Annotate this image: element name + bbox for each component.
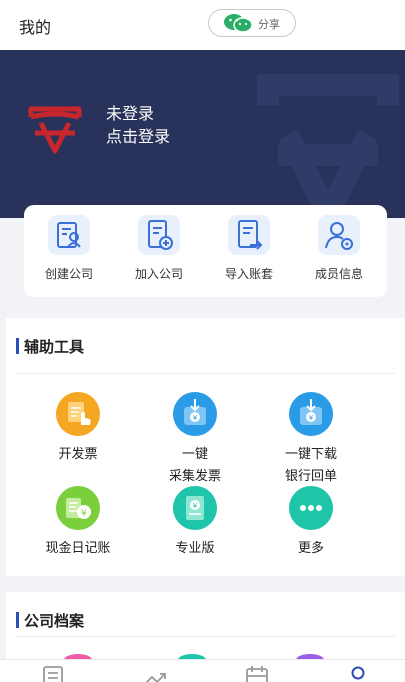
download-receipt-icon: ¥ xyxy=(289,392,333,436)
quick-actions-card: 创建公司 加入公司 导入账套 成员信息 xyxy=(24,205,387,297)
svg-text:¥: ¥ xyxy=(193,502,198,510)
import-ledger-label: 导入账套 xyxy=(224,267,273,281)
more-tools-button[interactable]: 更多 xyxy=(256,486,366,560)
calendar-tab-icon[interactable] xyxy=(245,665,269,682)
cash-journal-icon: ¥ xyxy=(56,486,100,530)
member-info-icon xyxy=(318,215,360,255)
collect-invoice-icon: ¥ xyxy=(173,392,217,436)
login-link[interactable]: 点击登录 xyxy=(106,126,170,148)
collect-invoice-label: 一键 采集发票 xyxy=(168,447,221,484)
invoice-icon xyxy=(56,392,100,436)
download-receipt-label: 一键下载 银行回单 xyxy=(284,447,337,484)
more-label: 更多 xyxy=(297,541,324,556)
share-button[interactable]: 分享 xyxy=(208,9,296,37)
join-company-icon xyxy=(138,215,180,255)
cash-journal-button[interactable]: ¥ 现金日记账 xyxy=(23,486,133,560)
import-ledger-button[interactable]: 导入账套 xyxy=(209,215,289,293)
create-company-icon xyxy=(48,215,90,255)
page-title: 我的 xyxy=(19,18,52,37)
pro-version-label: 专业版 xyxy=(175,541,215,556)
collect-invoice-button[interactable]: ¥ 一键 采集发票 xyxy=(140,392,250,488)
issue-invoice-button[interactable]: 开发票 xyxy=(23,392,133,466)
tools-section: 辅助工具 开发票 ¥ 一键 采集发票 ¥ 一键下载 银行回单 ¥ 现金日记账 ¥… xyxy=(6,318,405,576)
join-company-button[interactable]: 加入公司 xyxy=(119,215,199,293)
create-company-button[interactable]: 创建公司 xyxy=(29,215,109,293)
login-status: 未登录 xyxy=(106,104,155,123)
share-label: 分享 xyxy=(258,18,280,31)
app-logo-icon xyxy=(28,106,82,154)
login-banner[interactable]: 未登录 点击登录 xyxy=(0,50,405,218)
cash-journal-label: 现金日记账 xyxy=(45,541,111,556)
bottom-tab-bar xyxy=(0,659,405,682)
member-info-label: 成员信息 xyxy=(314,267,363,281)
more-icon xyxy=(289,486,333,530)
svg-text:¥: ¥ xyxy=(193,414,198,422)
archive-section: 公司档案 xyxy=(6,592,405,660)
trend-tab-icon[interactable] xyxy=(142,665,168,682)
import-ledger-icon xyxy=(228,215,270,255)
document-tab-icon[interactable] xyxy=(42,665,64,682)
join-company-label: 加入公司 xyxy=(134,267,183,281)
section-divider xyxy=(16,636,395,637)
archive-section-title: 公司档案 xyxy=(16,610,84,631)
wechat-icon xyxy=(224,14,253,33)
svg-text:¥: ¥ xyxy=(81,509,87,519)
pro-version-icon: ¥ xyxy=(173,486,217,530)
pro-version-button[interactable]: ¥ 专业版 xyxy=(140,486,250,560)
top-bar: 我的 分享 xyxy=(0,0,405,50)
logo-watermark-icon xyxy=(257,74,399,218)
member-info-button[interactable]: 成员信息 xyxy=(299,215,379,293)
section-divider xyxy=(16,373,395,374)
svg-text:¥: ¥ xyxy=(309,414,314,422)
create-company-label: 创建公司 xyxy=(44,267,93,281)
tools-section-title: 辅助工具 xyxy=(16,336,84,357)
download-receipt-button[interactable]: ¥ 一键下载 银行回单 xyxy=(256,392,366,488)
profile-tab-icon[interactable] xyxy=(348,665,368,682)
invoice-label: 开发票 xyxy=(58,447,98,462)
